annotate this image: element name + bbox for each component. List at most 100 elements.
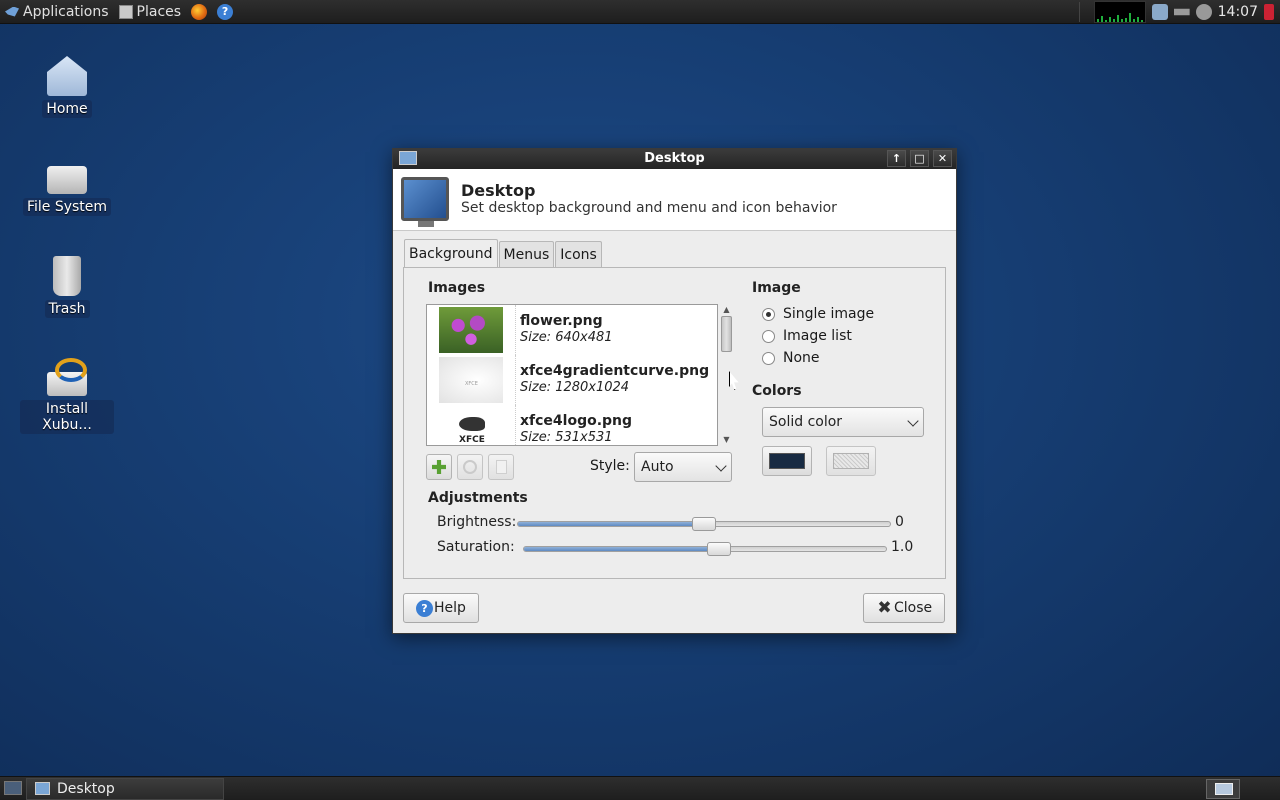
slider-handle[interactable] bbox=[692, 517, 716, 531]
window-icon bbox=[399, 151, 417, 165]
close-button[interactable]: ✖ Close bbox=[863, 593, 946, 623]
style-label: Style: bbox=[590, 458, 630, 474]
list-item[interactable]: xfce4logo.png Size: 531x531 bbox=[427, 405, 717, 445]
color-mode-value: Solid color bbox=[769, 414, 843, 430]
radio-none[interactable]: None bbox=[762, 348, 820, 368]
header-title: Desktop bbox=[461, 181, 536, 200]
window-title: Desktop bbox=[644, 151, 705, 166]
help-icon: ? bbox=[217, 3, 234, 20]
desktop-icon-label: Install Xubu... bbox=[20, 400, 114, 434]
chevron-down-icon bbox=[907, 415, 919, 427]
desktop-settings-dialog: Desktop ↑ □ ✕ Desktop Set desktop backgr… bbox=[392, 148, 957, 634]
color-swatch bbox=[769, 453, 805, 469]
xfce-mouse-icon bbox=[5, 6, 19, 17]
help-button-label: Help bbox=[434, 600, 466, 616]
radio-single-image[interactable]: Single image bbox=[762, 304, 874, 324]
xfce-logo-thumbnail bbox=[439, 407, 503, 445]
applications-menu[interactable]: Applications bbox=[0, 0, 114, 24]
logout-icon[interactable] bbox=[1264, 4, 1274, 20]
image-size: Size: 531x531 bbox=[520, 430, 613, 445]
close-window-button[interactable]: ✕ bbox=[933, 150, 952, 167]
radio-button bbox=[762, 307, 775, 321]
secondary-color-button[interactable] bbox=[826, 446, 876, 476]
taskbar-item-label: Desktop bbox=[57, 781, 115, 797]
image-mode-heading: Image bbox=[752, 280, 801, 296]
brightness-label: Brightness: bbox=[437, 514, 517, 530]
document-icon bbox=[496, 460, 507, 474]
help-button[interactable]: ? Help bbox=[403, 593, 479, 623]
close-button-label: Close bbox=[894, 600, 933, 616]
radio-label: Image list bbox=[783, 328, 852, 344]
saturation-value: 1.0 bbox=[891, 539, 914, 555]
disk-icon[interactable] bbox=[1151, 4, 1168, 20]
monitor-icon bbox=[401, 177, 449, 227]
firefox-launcher[interactable] bbox=[186, 0, 212, 24]
desktop-icon-file-system[interactable]: File System bbox=[20, 158, 114, 216]
show-desktop-button[interactable] bbox=[4, 781, 22, 795]
installer-icon bbox=[47, 358, 87, 396]
window-titlebar[interactable]: Desktop ↑ □ ✕ bbox=[393, 149, 956, 169]
list-item[interactable]: flower.png Size: 640x481 bbox=[427, 305, 717, 355]
primary-color-button[interactable] bbox=[762, 446, 812, 476]
places-icon bbox=[118, 4, 133, 19]
image-name: xfce4logo.png bbox=[520, 413, 633, 429]
places-menu[interactable]: Places bbox=[114, 0, 187, 24]
radio-button bbox=[762, 351, 775, 365]
new-list-button[interactable] bbox=[488, 454, 514, 480]
remove-image-button[interactable] bbox=[457, 454, 483, 480]
drive-icon bbox=[47, 166, 87, 194]
desktop-icon-install[interactable]: Install Xubu... bbox=[20, 358, 114, 434]
dialog-header: Desktop Set desktop background and menu … bbox=[393, 169, 956, 231]
image-size: Size: 640x481 bbox=[520, 330, 613, 345]
add-image-button[interactable] bbox=[426, 454, 452, 480]
network-disconnected-icon[interactable] bbox=[1173, 8, 1190, 16]
radio-button bbox=[762, 329, 775, 343]
places-menu-label: Places bbox=[136, 3, 182, 20]
workspace-switcher[interactable] bbox=[1206, 779, 1240, 799]
background-tab-panel: Images flower.png Size: 640x481 xfce4gra… bbox=[403, 267, 946, 579]
image-size: Size: 1280x1024 bbox=[520, 380, 630, 395]
adjustments-heading: Adjustments bbox=[428, 490, 528, 506]
window-icon bbox=[35, 782, 50, 795]
header-subtitle: Set desktop background and menu and icon… bbox=[461, 200, 837, 216]
saturation-label: Saturation: bbox=[437, 539, 515, 555]
color-swatch-disabled bbox=[833, 453, 869, 469]
scrollbar-thumb[interactable] bbox=[721, 316, 732, 352]
close-icon: ✖ bbox=[877, 598, 892, 618]
image-list[interactable]: flower.png Size: 640x481 xfce4gradientcu… bbox=[426, 304, 718, 446]
shade-button[interactable]: ↑ bbox=[887, 150, 906, 167]
radio-label: Single image bbox=[783, 306, 875, 322]
help-launcher[interactable]: ? bbox=[212, 0, 238, 24]
tab-menus[interactable]: Menus bbox=[498, 241, 555, 267]
firefox-icon bbox=[191, 3, 208, 20]
remove-icon bbox=[463, 460, 477, 474]
desktop-icon-label: Trash bbox=[44, 300, 90, 318]
colors-heading: Colors bbox=[752, 383, 802, 399]
list-item[interactable]: xfce4gradientcurve.png Size: 1280x1024 bbox=[427, 355, 717, 405]
help-icon: ? bbox=[416, 600, 433, 617]
slider-handle[interactable] bbox=[707, 542, 731, 556]
taskbar-item-desktop[interactable]: Desktop bbox=[26, 778, 224, 800]
desktop-icon-label: Home bbox=[42, 100, 92, 118]
color-mode-dropdown[interactable]: Solid color bbox=[762, 407, 924, 437]
radio-image-list[interactable]: Image list bbox=[762, 326, 852, 346]
slider-fill bbox=[518, 522, 704, 526]
scroll-down-arrow-icon[interactable]: ▼ bbox=[720, 434, 733, 446]
clock[interactable]: 14:07 bbox=[1218, 4, 1258, 20]
volume-icon[interactable] bbox=[1195, 4, 1212, 20]
cpu-graph-widget[interactable] bbox=[1093, 1, 1146, 23]
tab-icons[interactable]: Icons bbox=[555, 241, 602, 267]
desktop-icon-trash[interactable]: Trash bbox=[20, 256, 114, 318]
gradient-thumbnail bbox=[439, 357, 503, 403]
saturation-slider[interactable] bbox=[523, 542, 887, 556]
desktop-icon-home[interactable]: Home bbox=[20, 56, 114, 118]
tab-background[interactable]: Background bbox=[404, 239, 498, 267]
tray-separator bbox=[1078, 2, 1080, 22]
tab-bar: Background Menus Icons bbox=[404, 239, 603, 267]
brightness-value: 0 bbox=[895, 514, 904, 530]
scroll-up-arrow-icon[interactable]: ▲ bbox=[720, 304, 733, 316]
brightness-slider[interactable] bbox=[517, 517, 891, 531]
maximize-button[interactable]: □ bbox=[910, 150, 929, 167]
style-dropdown[interactable]: Auto bbox=[634, 452, 732, 482]
system-tray: 14:07 bbox=[1078, 0, 1280, 24]
